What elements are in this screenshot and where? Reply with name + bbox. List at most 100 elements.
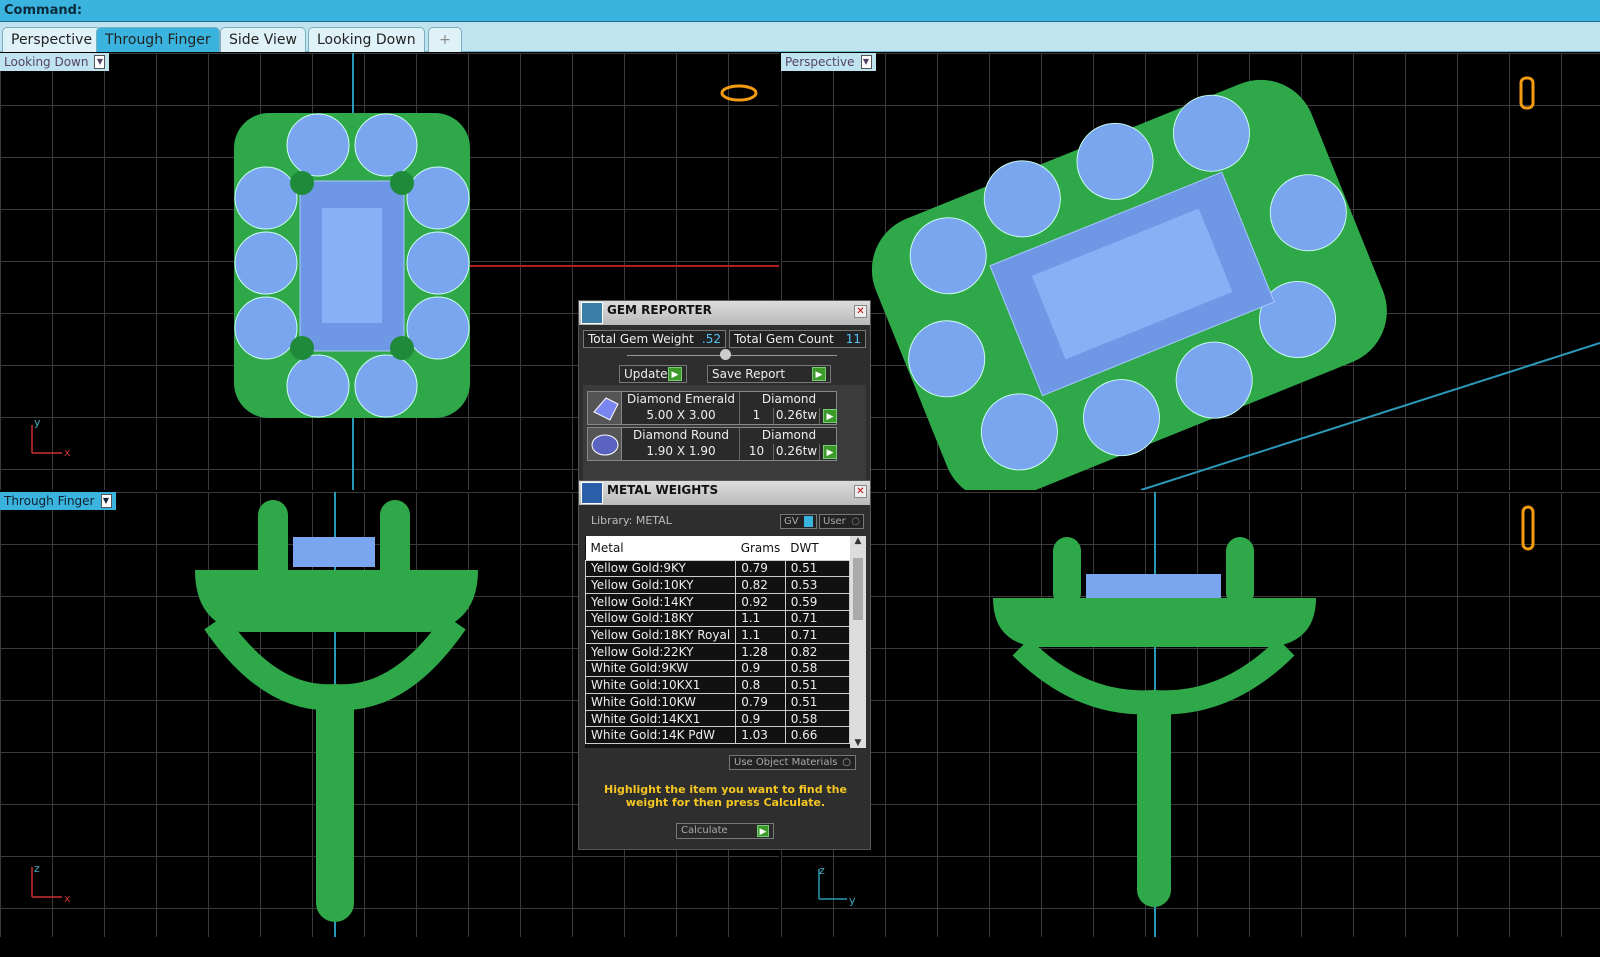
cell-dwt: 0.51: [784, 559, 850, 578]
tab-looking-down[interactable]: Looking Down: [308, 27, 425, 52]
total-gem-count: Total Gem Count 11: [729, 330, 866, 348]
gem-row[interactable]: Diamond Round Diamond 1.90 X 1.90 10 0.2…: [587, 427, 837, 461]
table-row[interactable]: Yellow Gold:18KY Royal 1.1 0.71: [585, 626, 850, 644]
gem-size: 1.90 X 1.90: [623, 444, 740, 460]
command-bar[interactable]: Command:: [0, 0, 1600, 22]
metal-table[interactable]: Metal Grams DWT Yellow Gold:9KY 0.79 0.51 Y…: [585, 536, 850, 748]
metal-weights-titlebar[interactable]: METAL WEIGHTS ✕: [579, 481, 870, 505]
gem-material: Diamond: [761, 428, 817, 442]
cell-dwt: 0.58: [784, 709, 850, 728]
calculate-button[interactable]: Calculate ▶: [676, 823, 774, 839]
cell-metal: Yellow Gold:14KY: [585, 592, 737, 611]
table-scrollbar[interactable]: ▲ ▼: [850, 536, 866, 748]
table-row[interactable]: White Gold:14K PdW 1.03 0.66: [585, 726, 850, 745]
play-icon[interactable]: ▶: [823, 409, 837, 423]
gem-count: 10: [740, 444, 774, 460]
cell-dwt: 0.53: [784, 576, 850, 594]
gem-weight: 0.26tw: [774, 444, 820, 460]
cell-grams: 1.28: [735, 642, 786, 661]
column-header-grams[interactable]: Grams: [735, 536, 786, 560]
ring-side-view: zy: [818, 505, 1535, 907]
save-report-label: Save Report: [712, 367, 786, 381]
cell-dwt: 0.58: [784, 659, 850, 678]
tab-side-view[interactable]: Side View: [220, 27, 306, 52]
use-object-materials-label: Use Object Materials: [734, 757, 838, 768]
cell-metal: Yellow Gold:18KY: [585, 609, 737, 628]
table-row[interactable]: Yellow Gold:9KY 0.79 0.51: [585, 559, 850, 578]
save-report-button[interactable]: Save Report ▶: [707, 365, 831, 383]
total-count-value: 11: [845, 332, 861, 346]
cell-dwt: 0.51: [784, 693, 850, 711]
play-icon: ▶: [668, 367, 682, 381]
gem-name: Diamond Round: [623, 428, 740, 444]
total-weight-value: .52: [701, 332, 721, 346]
cell-metal: Yellow Gold:9KY: [585, 559, 737, 578]
cell-metal: Yellow Gold:10KY: [585, 576, 737, 594]
collapse-handle[interactable]: [720, 349, 731, 360]
table-row[interactable]: White Gold:14KX1 0.9 0.58: [585, 709, 850, 728]
cell-grams: 0.92: [735, 592, 786, 611]
cell-grams: 0.9: [735, 709, 786, 728]
update-button[interactable]: Update ▶: [619, 365, 687, 383]
svg-text:x: x: [64, 892, 71, 905]
cell-metal: Yellow Gold:18KY Royal: [585, 626, 737, 644]
cell-dwt: 0.51: [784, 676, 850, 694]
cell-grams: 0.82: [735, 576, 786, 594]
table-row[interactable]: Yellow Gold:14KY 0.92 0.59: [585, 592, 850, 611]
table-row[interactable]: Yellow Gold:10KY 0.82 0.53: [585, 576, 850, 594]
cell-grams: 0.8: [735, 676, 786, 694]
viewport-side-view[interactable]: zy: [781, 492, 1600, 937]
tab-through-finger[interactable]: Through Finger: [96, 27, 220, 52]
gv-label: GV: [784, 516, 799, 527]
gem-size: 5.00 X 3.00: [623, 408, 740, 424]
play-icon[interactable]: ▶: [823, 445, 837, 459]
cell-dwt: 0.66: [784, 726, 850, 745]
total-gem-weight: Total Gem Weight .52: [583, 330, 726, 348]
cell-grams: 1.1: [735, 626, 786, 644]
close-icon[interactable]: ✕: [854, 305, 867, 318]
cell-grams: 1.03: [735, 726, 786, 745]
table-row[interactable]: White Gold:10KW 0.79 0.51: [585, 693, 850, 711]
column-header-metal[interactable]: Metal: [585, 536, 736, 560]
cell-dwt: 0.71: [784, 626, 850, 644]
table-row[interactable]: White Gold:9KW 0.9 0.58: [585, 659, 850, 678]
emerald-cut-gem-icon: [588, 392, 622, 424]
gem-reporter-panel: GEM REPORTER ✕ Total Gem Weight .52 Total…: [578, 300, 871, 482]
user-toggle[interactable]: User ○: [819, 514, 864, 529]
command-label: Command:: [4, 3, 83, 18]
update-label: Update: [624, 367, 668, 381]
svg-text:z: z: [34, 862, 40, 875]
gv-toggle[interactable]: GV: [780, 514, 817, 529]
viewport-perspective[interactable]: Perspective ▼: [781, 53, 1600, 490]
gem-count: 1: [740, 408, 774, 424]
close-icon[interactable]: ✕: [854, 485, 867, 498]
metal-weights-panel: METAL WEIGHTS ✕ Library: METAL GV User ○ M…: [578, 480, 871, 850]
scrollbar-thumb[interactable]: [853, 558, 863, 620]
tab-perspective[interactable]: Perspective: [2, 27, 102, 52]
panel-title: GEM REPORTER: [607, 303, 712, 317]
total-weight-label: Total Gem Weight: [588, 332, 694, 346]
svg-text:x: x: [64, 446, 71, 459]
play-icon: ▶: [757, 825, 769, 837]
use-object-materials-toggle[interactable]: Use Object Materials ○: [729, 755, 856, 770]
cell-grams: 0.9: [735, 659, 786, 678]
gem-reporter-titlebar[interactable]: GEM REPORTER ✕: [579, 301, 870, 325]
table-row[interactable]: White Gold:10KX1 0.8 0.51: [585, 676, 850, 694]
library-label: Library: METAL: [591, 514, 672, 527]
ring-perspective-view: [871, 76, 1600, 490]
cell-grams: 0.79: [735, 693, 786, 711]
cell-metal: White Gold:14K PdW: [585, 726, 737, 745]
gem-row[interactable]: Diamond Emerald Diamond 5.00 X 3.00 1 0.…: [587, 391, 837, 425]
cell-grams: 0.79: [735, 559, 786, 578]
cell-metal: White Gold:10KX1: [585, 676, 737, 694]
table-row[interactable]: Yellow Gold:22KY 1.28 0.82: [585, 642, 850, 661]
cell-metal: White Gold:10KW: [585, 693, 737, 711]
gem-material: Diamond: [761, 392, 817, 406]
metal-weights-icon: [581, 482, 603, 504]
column-header-dwt[interactable]: DWT: [785, 536, 850, 560]
calculate-label: Calculate: [681, 825, 728, 836]
add-tab-button[interactable]: +: [428, 27, 462, 52]
cell-metal: White Gold:9KW: [585, 659, 737, 678]
table-row[interactable]: Yellow Gold:18KY 1.1 0.71: [585, 609, 850, 628]
cell-metal: Yellow Gold:22KY: [585, 642, 737, 661]
